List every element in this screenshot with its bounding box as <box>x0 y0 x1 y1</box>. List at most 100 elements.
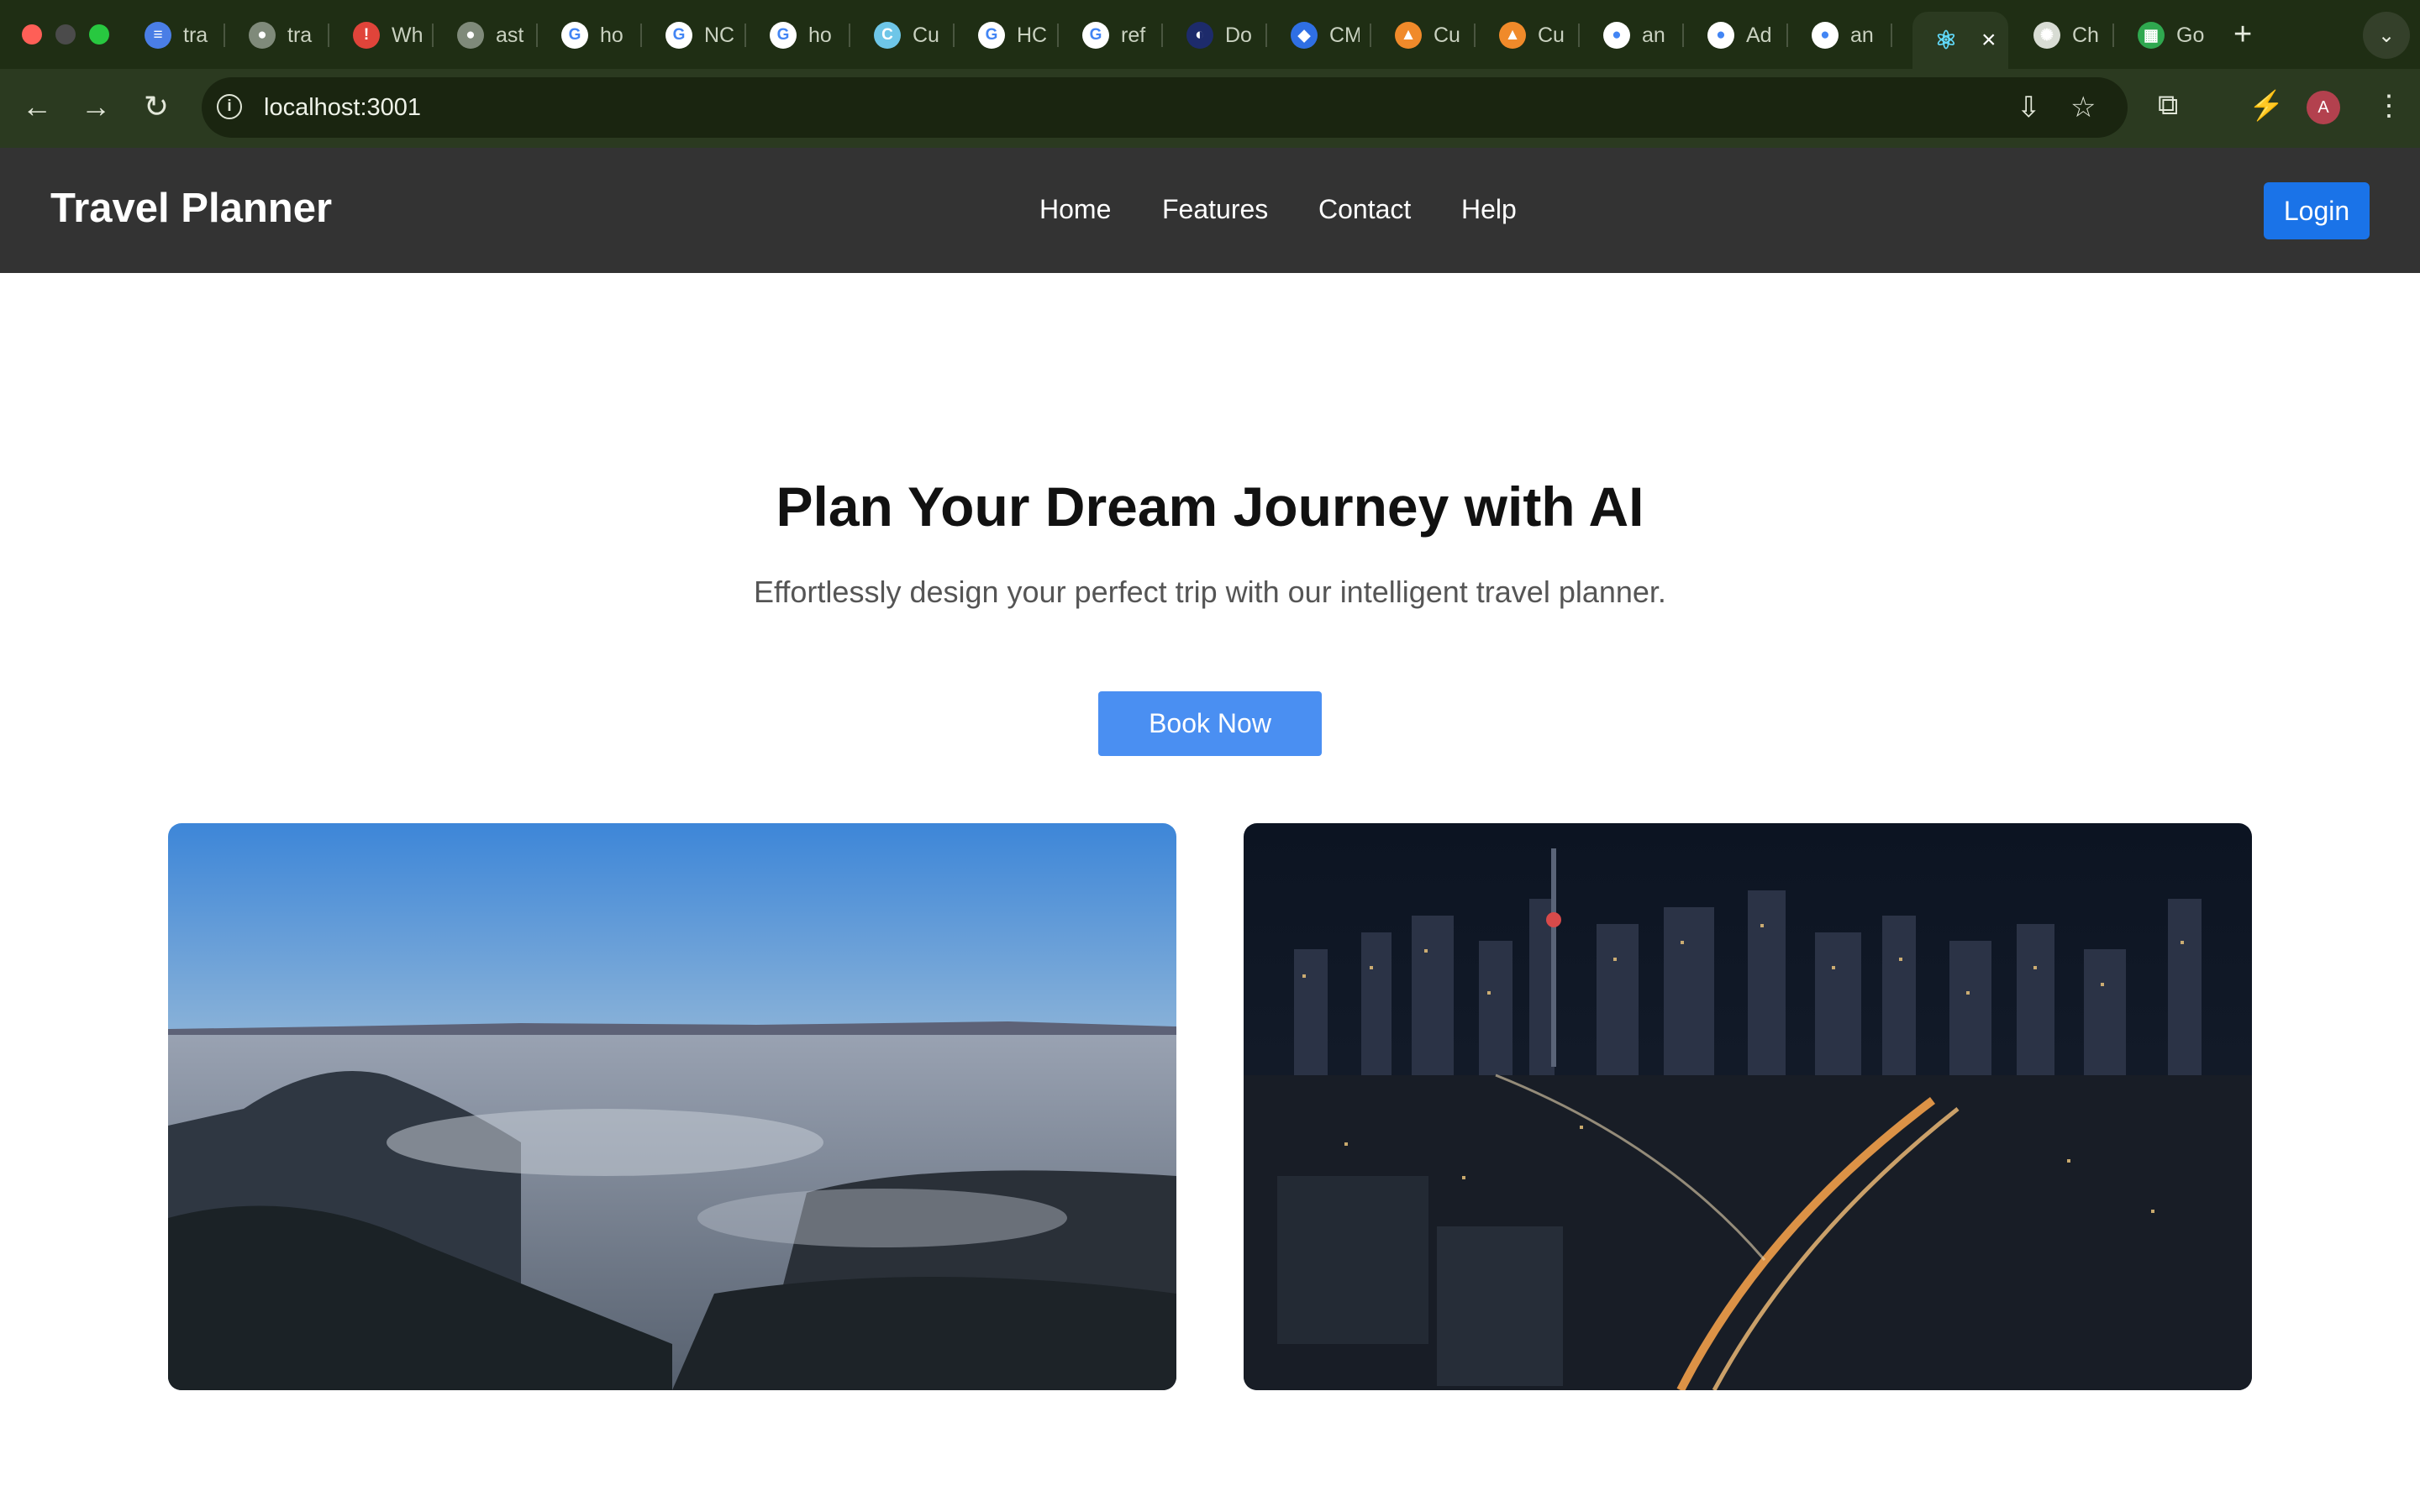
hero-subtitle: Effortlessly design your perfect trip wi… <box>754 575 1666 609</box>
google-icon: G <box>1082 22 1109 49</box>
tab-divider <box>640 24 642 47</box>
tab-title: HC <box>1017 23 1047 47</box>
github-icon: ● <box>1707 22 1734 49</box>
tab-title: ast <box>496 23 524 47</box>
sheets-icon: ▦ <box>2138 22 2165 49</box>
browser-tab[interactable]: ◐ Do <box>1166 12 1267 59</box>
tab-divider <box>2112 24 2114 47</box>
nav-help[interactable]: Help <box>1461 194 1517 225</box>
browser-tab[interactable]: Gref <box>1062 12 1163 59</box>
tab-divider <box>849 24 850 47</box>
browser-tab[interactable]: ≡ tra <box>124 12 225 59</box>
tab-divider <box>224 24 225 47</box>
tab-title: tra <box>183 23 208 47</box>
site-info-icon[interactable]: i <box>217 94 242 119</box>
app-header: Travel Planner Home Features Contact Hel… <box>0 148 2420 273</box>
tab-divider <box>1474 24 1476 47</box>
tab-title: Go <box>2176 23 2205 47</box>
browser-tab[interactable]: ● Ad <box>1687 12 1788 59</box>
google-icon: G <box>978 22 1005 49</box>
nav-contact[interactable]: Contact <box>1318 194 1411 225</box>
tab-title: NC <box>704 23 734 47</box>
address-bar[interactable]: i localhost:3001 ⇩ ☆ <box>202 77 2128 138</box>
browser-tab[interactable]: ✺ Ch <box>2013 12 2114 59</box>
tab-divider <box>432 24 434 47</box>
tab-divider <box>1578 24 1580 47</box>
tab-title: an <box>1850 23 1874 47</box>
google-icon: G <box>561 22 588 49</box>
flame-icon: ▲ <box>1499 22 1526 49</box>
install-app-icon[interactable]: ⇩ <box>2017 91 2041 124</box>
tab-title: Cu <box>1538 23 1565 47</box>
minimize-window-button[interactable] <box>55 24 76 45</box>
browser-tab[interactable]: Gho <box>750 12 850 59</box>
browser-tab[interactable]: ● ast <box>437 12 538 59</box>
jira-icon: ◆ <box>1291 22 1318 49</box>
tab-divider <box>1265 24 1267 47</box>
browser-tab-active[interactable]: ⚛ × <box>1912 12 2008 69</box>
openai-icon: ✺ <box>2033 22 2060 49</box>
browser-tab-strip: ≡ tra ● tra! Wh ● ast Gho G NC Gho C Cu G HC Gref ◐ Do ◆ CM… <box>0 0 2420 69</box>
performance-icon[interactable]: ⚡ <box>2249 89 2284 123</box>
tab-divider <box>744 24 746 47</box>
tab-title: ref <box>1121 23 1146 47</box>
browser-tab[interactable]: G HC <box>958 12 1059 59</box>
browser-tab[interactable]: C Cu <box>854 12 955 59</box>
google-icon: G <box>666 22 692 49</box>
bookmark-star-icon[interactable]: ☆ <box>2070 91 2096 124</box>
nav-features[interactable]: Features <box>1162 194 1268 225</box>
browser-tab[interactable]: Gho <box>541 12 642 59</box>
zoom-window-button[interactable] <box>89 24 109 45</box>
tab-title: ho <box>600 23 623 47</box>
browser-tab[interactable]: ▦ Go <box>2118 12 2218 59</box>
tab-divider <box>1891 24 1892 47</box>
profile-avatar[interactable]: A <box>2307 91 2340 124</box>
hero-title: Plan Your Dream Journey with AI <box>776 475 1644 538</box>
tab-title: Ad <box>1746 23 1772 47</box>
close-window-button[interactable] <box>22 24 42 45</box>
city-night-photo <box>1244 823 2252 1390</box>
docs-icon: ≡ <box>145 22 171 49</box>
url-text[interactable]: localhost:3001 <box>264 94 421 122</box>
flame-icon: ▲ <box>1395 22 1422 49</box>
browser-tab[interactable]: ◆ CM <box>1270 12 1371 59</box>
tab-title: CM <box>1329 23 1360 47</box>
close-tab-icon[interactable]: × <box>1981 26 1996 55</box>
tab-title: tra <box>287 23 313 47</box>
book-now-button[interactable]: Book Now <box>1098 691 1322 756</box>
login-button[interactable]: Login <box>2264 182 2370 239</box>
tab-divider <box>1786 24 1788 47</box>
tab-title: Do <box>1225 23 1252 47</box>
browser-tab[interactable]: ! Wh <box>333 12 434 59</box>
browser-tab[interactable]: ▲ Cu <box>1479 12 1580 59</box>
reload-button[interactable]: ↻ <box>138 89 175 124</box>
new-tab-button[interactable]: + <box>2233 17 2252 53</box>
globe-icon: ● <box>457 22 484 49</box>
browser-tab[interactable]: ● tra <box>229 12 329 59</box>
browser-tab[interactable]: ▲ Cu <box>1375 12 1476 59</box>
cursor-icon: C <box>874 22 901 49</box>
browser-tab[interactable]: ● an <box>1791 12 1892 59</box>
tab-title: Wh <box>392 23 422 47</box>
tab-title: Cu <box>913 23 939 47</box>
browser-tab[interactable]: ● an <box>1583 12 1684 59</box>
react-icon: ⚛ <box>1934 26 1958 55</box>
browser-tab[interactable]: G NC <box>645 12 746 59</box>
back-button[interactable]: ← <box>18 89 55 124</box>
tab-divider <box>328 24 329 47</box>
brand-logo[interactable]: Travel Planner <box>50 185 332 232</box>
tab-divider <box>1057 24 1059 47</box>
tab-divider <box>1370 24 1371 47</box>
tab-title: Cu <box>1434 23 1460 47</box>
google-icon: G <box>770 22 797 49</box>
forward-button[interactable]: → <box>77 89 114 124</box>
extensions-icon[interactable]: ⧉ <box>2158 89 2178 122</box>
tab-search-button[interactable]: ⌄ <box>2363 12 2410 59</box>
nav-home[interactable]: Home <box>1039 194 1111 225</box>
tab-divider <box>953 24 955 47</box>
browser-menu-icon[interactable]: ⋮ <box>2375 89 2403 123</box>
github-icon: ● <box>1603 22 1630 49</box>
browser-toolbar: ← → ↻ i localhost:3001 ⇩ ☆ ⧉ ⚡ A ⋮ <box>0 69 2420 148</box>
tab-divider <box>536 24 538 47</box>
mountain-fog-photo <box>168 823 1176 1390</box>
